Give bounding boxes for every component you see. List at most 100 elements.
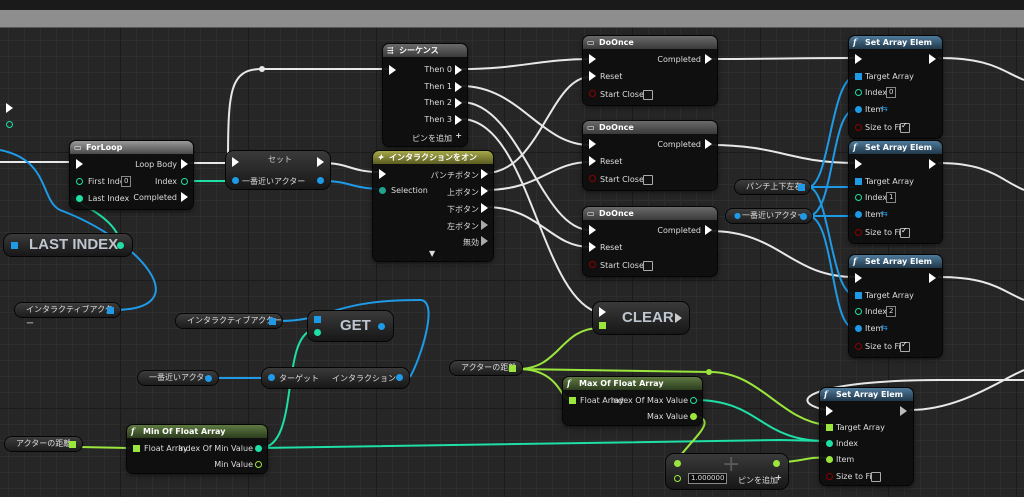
set-variable-node[interactable]: セット 一番近いアクター	[226, 151, 330, 189]
completed-pin[interactable]	[705, 139, 712, 149]
array-pin[interactable]	[855, 292, 862, 299]
interactive-actor-variable[interactable]: インタラクティブアクター	[15, 303, 120, 328]
float-array-pin[interactable]	[599, 322, 606, 329]
int-out-pin[interactable]	[690, 397, 697, 404]
set-array-elem-node[interactable]: f Set Array Elem Target Array Index 2 Ite…	[849, 255, 942, 357]
object-pin[interactable]	[800, 213, 807, 220]
exec-in-pin[interactable]	[589, 139, 596, 149]
start-closed-checkbox[interactable]	[643, 90, 653, 100]
exec-in-pin[interactable]	[599, 307, 606, 317]
object-out-pin[interactable]	[396, 374, 403, 381]
exec-in-pin[interactable]	[76, 159, 83, 169]
index-field[interactable]: 1	[886, 192, 897, 203]
exec-in-pin[interactable]	[855, 273, 862, 283]
exec-in-pin[interactable]	[589, 54, 596, 64]
size-to-fit-checkbox[interactable]	[871, 472, 881, 482]
array-pin[interactable]	[855, 73, 862, 80]
int-pin[interactable]	[6, 121, 13, 128]
last-index-node[interactable]: LAST INDEX	[4, 234, 132, 256]
int-pin[interactable]	[76, 178, 83, 185]
bool-pin[interactable]	[589, 261, 596, 268]
plus-icon[interactable]: +	[775, 473, 782, 482]
exec-in-pin[interactable]	[389, 65, 396, 75]
exec-out-pin[interactable]	[675, 313, 682, 323]
float-pin[interactable]	[674, 460, 681, 467]
float-out-pin[interactable]	[690, 413, 697, 420]
size-to-fit-checkbox[interactable]	[900, 340, 910, 352]
blueprint-graph-canvas[interactable]: ⇶ シーケンス Then 0 Then 1 Then 2 Then 3 ピンを追加…	[0, 0, 1024, 497]
forloop-node[interactable]: ▭ ForLoop Loop Body First Index 0 Index L…	[70, 141, 193, 209]
bool-pin[interactable]	[855, 124, 862, 131]
bool-pin[interactable]	[855, 343, 862, 350]
reset-pin[interactable]	[589, 242, 596, 252]
then-0-pin[interactable]	[455, 65, 462, 75]
exec-in-pin[interactable]	[379, 169, 386, 179]
array-pin[interactable]	[269, 318, 276, 325]
doonce-node[interactable]: ▭ DoOnce Completed Reset Start Closed	[583, 36, 717, 105]
actor-distance-variable[interactable]: アクターの距離	[5, 437, 82, 451]
add-pin-button[interactable]: ピンを追加	[738, 475, 778, 486]
make-array-node[interactable]: + 1.000000 ピンを追加 +	[666, 452, 788, 489]
float-array-pin[interactable]	[133, 445, 140, 452]
completed-pin[interactable]	[181, 192, 188, 202]
index-field[interactable]: 2	[886, 306, 897, 317]
min-of-float-array-node[interactable]: f Min Of Float Array Float Array Index Of…	[127, 425, 267, 473]
float-array-out-pin[interactable]	[773, 460, 780, 467]
first-index-field[interactable]: 0	[121, 176, 132, 187]
clear-array-node[interactable]: CLEAR	[593, 302, 689, 334]
bool-pin[interactable]	[855, 229, 862, 236]
start-closed-checkbox[interactable]	[643, 175, 653, 185]
reset-pin[interactable]	[589, 156, 596, 166]
exec-out-pin[interactable]	[900, 406, 907, 416]
down-button-pin[interactable]	[481, 203, 488, 213]
index-field[interactable]: 0	[886, 87, 897, 98]
object-pin[interactable]	[232, 177, 239, 184]
float-array-pin[interactable]	[509, 365, 516, 372]
max-of-float-array-node[interactable]: f Max Of Float Array Float Array Index Of…	[563, 377, 702, 425]
array-pin[interactable]	[11, 242, 18, 249]
bool-pin[interactable]	[589, 90, 596, 97]
array-pin[interactable]	[314, 316, 321, 323]
set-array-elem-node[interactable]: f Set Array Elem Target Array Index 0 Ite…	[849, 36, 942, 138]
left-button-pin[interactable]	[481, 220, 488, 230]
add-pin-button[interactable]: ピンを追加	[412, 133, 452, 144]
object-pin[interactable]	[855, 211, 862, 218]
float-value-field[interactable]: 1.000000	[688, 473, 728, 484]
punch-button-pin[interactable]	[481, 169, 488, 179]
plus-icon[interactable]: +	[455, 131, 462, 140]
start-closed-checkbox[interactable]	[643, 261, 653, 271]
array-pin[interactable]	[855, 178, 862, 185]
array-pin[interactable]	[798, 184, 805, 191]
completed-pin[interactable]	[705, 225, 712, 235]
float-array-pin[interactable]	[569, 397, 576, 404]
then-3-pin[interactable]	[455, 115, 462, 125]
sequence-node[interactable]: ⇶ シーケンス Then 0 Then 1 Then 2 Then 3 ピンを追加…	[383, 44, 467, 146]
bool-pin[interactable]	[589, 175, 596, 182]
exec-in-pin[interactable]	[589, 225, 596, 235]
int-pin[interactable]	[314, 329, 321, 336]
set-array-elem-node[interactable]: f Set Array Elem Target Array Index 1 Ite…	[849, 141, 942, 243]
float-pin[interactable]	[674, 475, 681, 482]
size-to-fit-checkbox[interactable]	[900, 226, 910, 238]
exec-pin[interactable]	[6, 103, 13, 113]
exec-in-pin[interactable]	[826, 406, 833, 416]
then-1-pin[interactable]	[455, 82, 462, 92]
exec-out-pin[interactable]	[317, 157, 324, 167]
nearest-actor-variable[interactable]: 一番近いアクター	[138, 371, 218, 385]
actor-distance-variable[interactable]: アクターの距離	[450, 361, 522, 375]
interaction-call-node[interactable]: ターゲット インタラクション	[262, 368, 409, 388]
object-pin[interactable]	[855, 106, 862, 113]
array-pin[interactable]	[107, 307, 114, 314]
int-pin[interactable]	[855, 194, 862, 201]
int-pin[interactable]	[855, 308, 862, 315]
object-pin[interactable]	[379, 187, 386, 194]
punch-dirs-variable[interactable]: パンチ上下左右	[735, 180, 810, 194]
loop-body-pin[interactable]	[181, 159, 188, 169]
disabled-pin[interactable]	[481, 236, 488, 246]
exec-in-pin[interactable]	[855, 54, 862, 64]
exec-out-pin[interactable]	[929, 273, 936, 283]
float-out-pin[interactable]	[255, 461, 262, 468]
completed-pin[interactable]	[705, 54, 712, 64]
exec-out-pin[interactable]	[929, 54, 936, 64]
int-pin[interactable]	[826, 440, 833, 447]
